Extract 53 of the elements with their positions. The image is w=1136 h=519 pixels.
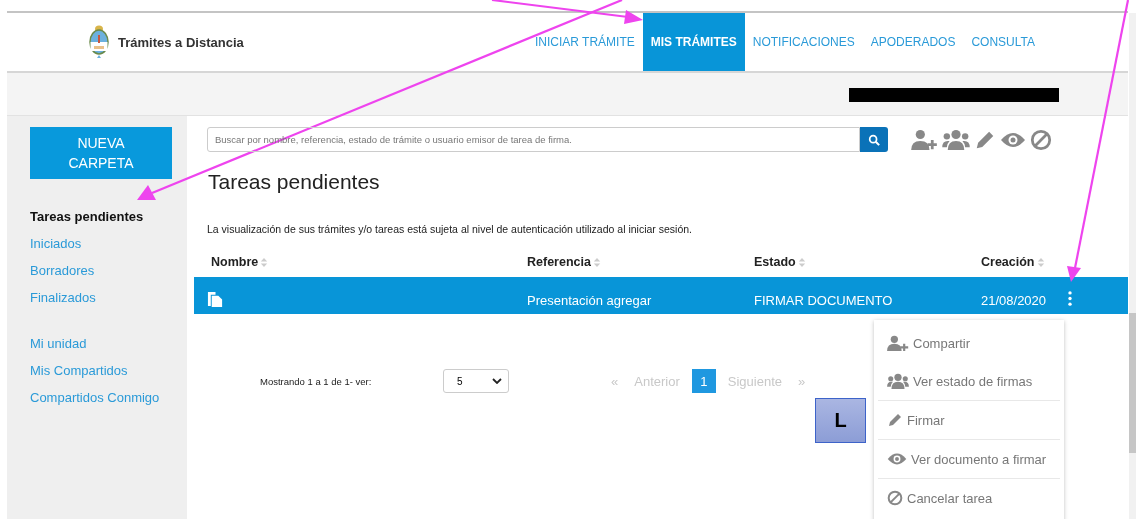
table-cell: 21/08/2020 bbox=[981, 293, 1047, 308]
users-icon bbox=[887, 373, 909, 389]
sidebar-link[interactable]: Compartidos Conmigo bbox=[30, 384, 187, 411]
sidebar-link[interactable]: Mi unidad bbox=[30, 330, 187, 357]
users-icon[interactable] bbox=[942, 128, 970, 151]
menu-item[interactable]: Ver estado de firmas bbox=[878, 362, 1060, 400]
nav-tab[interactable]: APODERADOS bbox=[862, 13, 964, 71]
sort-icon bbox=[797, 256, 806, 268]
add-user-icon[interactable] bbox=[910, 128, 938, 151]
document-icon bbox=[207, 291, 224, 308]
sidebar-link[interactable]: Iniciados bbox=[30, 230, 187, 257]
menu-item[interactable]: Compartir bbox=[878, 324, 1060, 362]
site-title: Trámites a Distancia bbox=[118, 34, 244, 50]
table-cell: FIRMAR DOCUMENTO bbox=[754, 293, 893, 308]
search-button[interactable] bbox=[860, 127, 888, 152]
sort-icon bbox=[1036, 256, 1045, 268]
new-folder-button[interactable]: NUEVA CARPETA bbox=[30, 127, 172, 179]
sidebar-link[interactable]: Borradores bbox=[30, 257, 187, 284]
add-user-icon bbox=[887, 335, 909, 351]
nav-tab[interactable]: MIS TRÁMITES bbox=[642, 13, 745, 71]
page-number[interactable]: 1 bbox=[691, 369, 716, 393]
letter-tile[interactable]: L bbox=[815, 398, 866, 443]
table-cell: Presentación agregar bbox=[527, 293, 652, 308]
nav-tab[interactable]: CONSULTA bbox=[963, 13, 1043, 71]
sidebar-link[interactable]: Finalizados bbox=[30, 284, 187, 311]
search-icon bbox=[868, 133, 880, 146]
pencil-icon bbox=[887, 412, 903, 428]
table-row[interactable]: Presentación agregar FIRMAR DOCUMENTO 21/08/2020 bbox=[194, 277, 1128, 314]
ban-icon[interactable] bbox=[1030, 128, 1052, 151]
sort-icon bbox=[592, 256, 601, 268]
scrollbar[interactable] bbox=[1129, 13, 1136, 519]
menu-item[interactable]: Firmar bbox=[878, 401, 1060, 439]
column-header[interactable]: Nombre bbox=[211, 255, 269, 269]
emblem-logo bbox=[88, 25, 110, 59]
eye-icon[interactable] bbox=[1000, 130, 1026, 149]
session-note: La visualización de sus trámites y/o tareas está sujeta al nivel de autenticación utilizado al iniciar sesión. bbox=[207, 223, 693, 235]
results-summary: Mostrando 1 a 1 de 1- ver: bbox=[260, 375, 373, 387]
sidebar-link[interactable]: Mis Compartidos bbox=[30, 357, 187, 384]
ban-icon bbox=[887, 490, 903, 506]
menu-item[interactable]: Cancelar tarea bbox=[878, 479, 1060, 517]
nav-tab[interactable]: NOTIFICACIONES bbox=[744, 13, 863, 71]
page-title: Tareas pendientes bbox=[208, 170, 381, 195]
nav-tab[interactable]: INICIAR TRÁMITE bbox=[526, 13, 643, 71]
more-options-icon[interactable] bbox=[1068, 291, 1072, 306]
caret-icon bbox=[492, 378, 502, 384]
menu-item[interactable]: Ver documento a firmar bbox=[878, 440, 1060, 478]
column-header[interactable]: Referencia bbox=[527, 255, 601, 269]
column-header[interactable]: Creación bbox=[981, 255, 1045, 269]
sort-icon bbox=[260, 256, 269, 268]
column-header[interactable]: Estado bbox=[754, 255, 806, 269]
sidebar-link[interactable]: Tareas pendientes bbox=[30, 203, 187, 230]
eye-icon bbox=[887, 452, 907, 466]
page-size-select[interactable]: 5 bbox=[443, 369, 509, 393]
